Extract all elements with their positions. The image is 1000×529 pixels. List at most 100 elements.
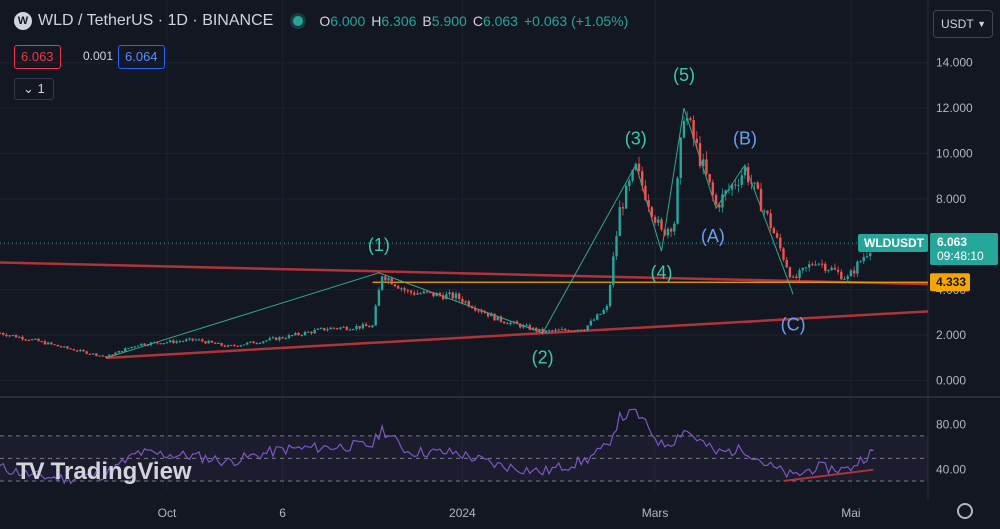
tradingview-logo-icon: TV xyxy=(16,458,45,485)
sell-button[interactable]: 6.063 xyxy=(14,45,61,69)
candle-body xyxy=(779,237,782,249)
candle-body xyxy=(499,316,503,322)
candle-body xyxy=(660,219,663,230)
candle-body xyxy=(416,293,419,295)
candle-body xyxy=(679,137,682,178)
candle-body xyxy=(422,291,426,294)
candle-body xyxy=(168,340,172,343)
candle-body xyxy=(130,346,133,349)
symbol-title[interactable]: WLD / TetherUS · 1D · BINANCE xyxy=(38,12,273,30)
candle-body xyxy=(204,341,207,344)
candle-body xyxy=(563,328,567,331)
candle-body xyxy=(689,118,692,120)
countdown-value: 09:48:10 xyxy=(937,249,984,263)
candle-body xyxy=(75,350,79,352)
candle-body xyxy=(329,327,332,330)
candle-body xyxy=(252,341,255,344)
candle-body xyxy=(467,301,471,307)
candle-body xyxy=(104,356,108,358)
candle-body xyxy=(220,343,223,346)
candle-body xyxy=(310,331,313,334)
candle-body xyxy=(419,293,422,295)
buy-button[interactable]: 6.064 xyxy=(118,45,165,69)
candle-body xyxy=(551,330,554,332)
candle-body xyxy=(345,326,348,330)
candle-body xyxy=(207,340,210,344)
candle-body xyxy=(682,120,686,138)
currency-label: USDT xyxy=(941,17,974,31)
candle-body xyxy=(69,348,72,350)
candle-body xyxy=(795,276,798,279)
candle-body xyxy=(801,267,804,271)
candle-body xyxy=(335,328,339,330)
candle-body xyxy=(409,290,413,293)
candle-body xyxy=(124,348,127,352)
candle-body xyxy=(624,185,628,209)
candle-body xyxy=(30,339,34,341)
candle-body xyxy=(827,270,830,272)
candle-body xyxy=(53,344,56,346)
candle-body xyxy=(223,345,226,347)
candle-body xyxy=(5,334,8,337)
candle-body xyxy=(865,256,869,258)
candle-body xyxy=(570,330,573,332)
candle-body xyxy=(82,349,85,352)
candle-body xyxy=(522,325,525,328)
candle-body xyxy=(621,207,625,209)
candle-body xyxy=(101,355,104,357)
candle-body xyxy=(72,349,76,351)
candle-body xyxy=(602,310,605,314)
candle-body xyxy=(274,337,278,341)
candle-body xyxy=(474,308,477,311)
candle-body xyxy=(493,313,496,321)
price-tick-label: 14.000 xyxy=(936,56,973,70)
candle-body xyxy=(544,330,548,333)
candle-body xyxy=(85,351,88,354)
candle-body xyxy=(246,342,249,345)
candle-body xyxy=(849,270,853,277)
candle-body xyxy=(281,337,284,339)
candle-body xyxy=(361,324,365,329)
candle-body xyxy=(657,219,660,223)
time-tick-label: 6 xyxy=(279,506,286,520)
candle-body xyxy=(278,337,281,341)
candle-body xyxy=(653,216,657,223)
candle-body xyxy=(840,271,843,280)
candle-body xyxy=(98,355,101,357)
candle-body xyxy=(525,325,528,327)
candle-body xyxy=(698,143,702,167)
candle-body xyxy=(162,342,165,344)
candle-body xyxy=(711,182,715,195)
tradingview-watermark: TV TradingView xyxy=(16,458,192,486)
candle-body xyxy=(804,267,808,269)
wave-label: (C) xyxy=(781,315,806,335)
settings-gear-icon[interactable] xyxy=(957,503,973,519)
candle-body xyxy=(380,276,384,290)
price-tick-label: 0.000 xyxy=(936,374,966,388)
candle-body xyxy=(807,264,811,268)
candle-body xyxy=(461,299,464,303)
candle-body xyxy=(750,182,753,184)
candle-body xyxy=(111,354,114,356)
candle-body xyxy=(490,313,493,317)
candle-body xyxy=(127,348,130,350)
candle-body xyxy=(191,338,194,341)
price-tick-label: 12.000 xyxy=(936,101,973,115)
candle-body xyxy=(509,322,512,325)
candle-body xyxy=(342,326,345,328)
time-tick-label: Oct xyxy=(158,506,177,520)
candle-body xyxy=(271,337,275,339)
candle-body xyxy=(766,210,769,214)
currency-selector[interactable]: USDT ▼ xyxy=(933,10,993,38)
candle-body xyxy=(323,327,326,331)
indicators-toggle[interactable]: ⌄ 1 xyxy=(14,78,54,100)
candle-body xyxy=(798,270,801,279)
candle-body xyxy=(708,173,711,183)
chart-area[interactable]: (1)(2)(3)(4)(5)(A)(B)(C) 0.0002.0004.000… xyxy=(0,0,1000,529)
candle-body xyxy=(775,233,779,238)
chart-canvas[interactable]: (1)(2)(3)(4)(5)(A)(B)(C) 0.0002.0004.000… xyxy=(0,0,1000,529)
candle-body xyxy=(59,346,63,348)
candle-body xyxy=(165,342,169,344)
candle-body xyxy=(737,184,740,186)
candle-body xyxy=(547,330,551,332)
